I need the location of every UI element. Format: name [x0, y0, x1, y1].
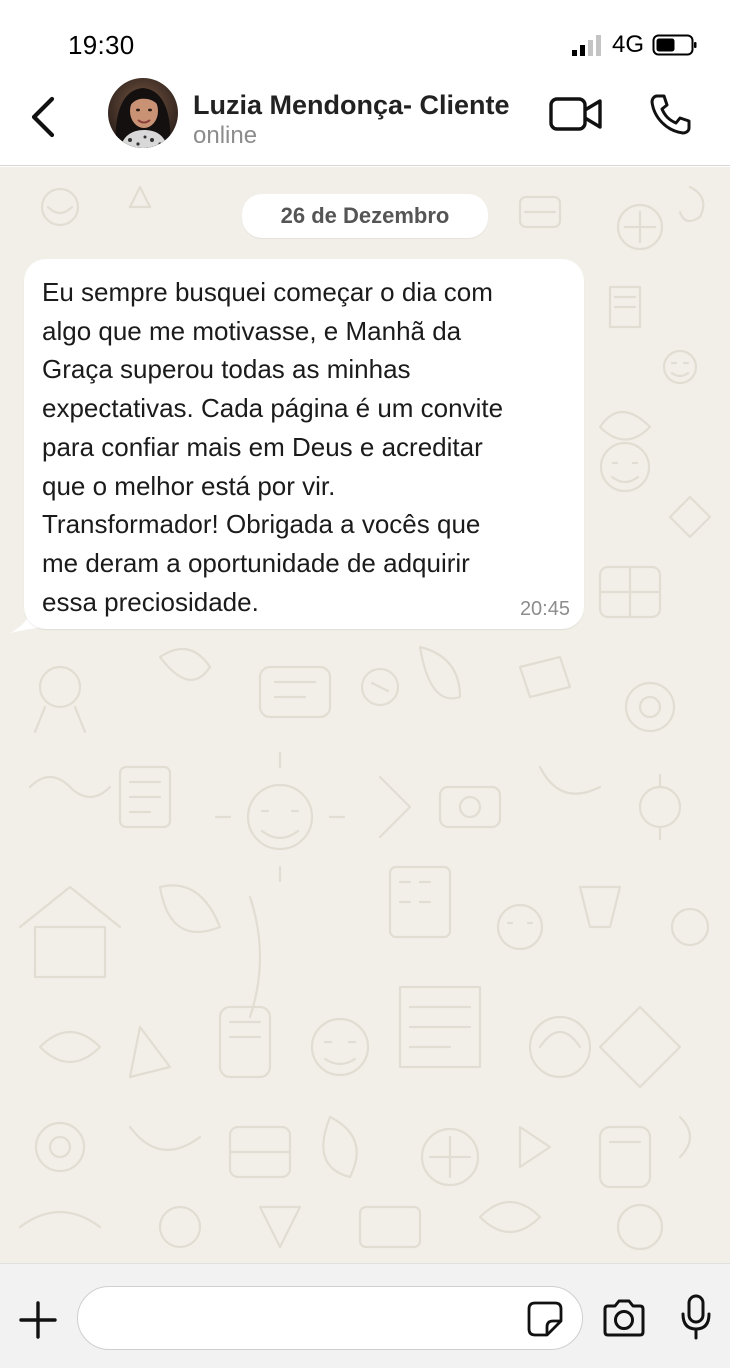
chat-header: Luzia Mendonça- Cliente online [0, 78, 730, 166]
back-button[interactable] [22, 90, 64, 144]
battery-icon [652, 34, 697, 56]
chat-area[interactable]: 26 de Dezembro Eu sempre busquei começar… [0, 167, 730, 1263]
microphone-button[interactable] [676, 1292, 716, 1342]
date-separator: 26 de Dezembro [242, 194, 488, 238]
plus-icon [19, 1301, 57, 1339]
sticker-button[interactable] [526, 1300, 564, 1338]
contact-name[interactable]: Luzia Mendonça- Cliente [193, 90, 510, 121]
attach-button[interactable] [16, 1298, 60, 1342]
camera-icon [603, 1299, 645, 1337]
microphone-icon [681, 1294, 711, 1340]
message-timestamp: 20:45 [519, 598, 570, 620]
camera-button[interactable] [600, 1296, 648, 1340]
status-bar: 19:30 4G [0, 0, 730, 78]
message-text: Eu sempre busquei começar o dia com algo… [42, 277, 504, 617]
chevron-left-icon [31, 96, 55, 138]
sticker-icon [527, 1301, 563, 1337]
phone-icon [650, 94, 691, 135]
message-composer [0, 1263, 730, 1368]
signal-bars-icon [571, 35, 601, 56]
avatar-photo [108, 78, 178, 148]
contact-status: online [193, 122, 258, 149]
avatar[interactable] [108, 78, 178, 148]
incoming-message-bubble[interactable]: Eu sempre busquei começar o dia com algo… [24, 259, 584, 629]
message-input-box[interactable] [77, 1286, 583, 1350]
network-label: 4G [611, 31, 644, 58]
status-indicators: 4G [570, 30, 698, 60]
video-camera-icon [549, 97, 602, 131]
status-time: 19:30 [68, 30, 135, 60]
video-call-button[interactable] [548, 94, 604, 134]
voice-call-button[interactable] [646, 90, 694, 138]
chat-screen: 19:30 4G Luzia Mendonça- Cliente online … [0, 0, 730, 1368]
message-input[interactable] [98, 1297, 518, 1341]
